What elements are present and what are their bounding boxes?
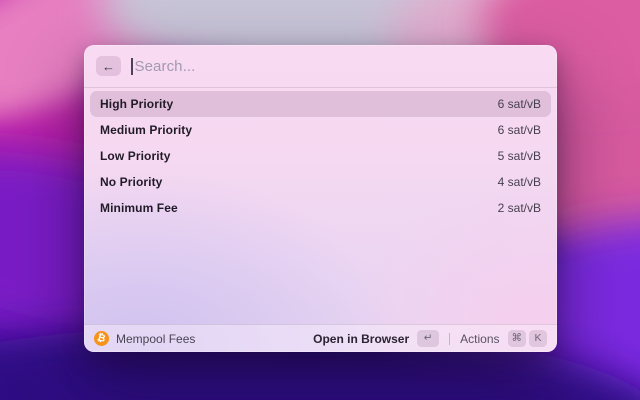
fee-list: High Priority 6 sat/vB Medium Priority 6… bbox=[84, 88, 557, 224]
actions-button[interactable]: Actions bbox=[460, 332, 499, 346]
footer-bar: ₿ Mempool Fees Open in Browser ↵ Actions… bbox=[84, 324, 557, 352]
list-item-value: 6 sat/vB bbox=[497, 123, 541, 137]
back-arrow-icon: ← bbox=[102, 58, 115, 74]
search-bar: ← Search... bbox=[84, 45, 557, 87]
search-placeholder: Search... bbox=[134, 57, 196, 75]
search-input[interactable]: Search... bbox=[131, 57, 545, 75]
list-item-value: 2 sat/vB bbox=[497, 201, 541, 215]
list-item-high-priority[interactable]: High Priority 6 sat/vB bbox=[90, 91, 551, 117]
command-key-icon: ⌘ bbox=[507, 330, 526, 347]
footer-actions: Open in Browser ↵ Actions ⌘ K bbox=[313, 330, 547, 347]
back-button[interactable]: ← bbox=[96, 56, 121, 76]
enter-key-icon: ↵ bbox=[417, 330, 440, 347]
k-key-icon: K bbox=[529, 330, 547, 347]
list-item-label: Medium Priority bbox=[100, 123, 193, 137]
list-item-no-priority[interactable]: No Priority 4 sat/vB bbox=[90, 169, 551, 195]
text-caret bbox=[131, 57, 133, 75]
open-in-browser-button[interactable]: Open in Browser bbox=[313, 332, 409, 346]
list-item-low-priority[interactable]: Low Priority 5 sat/vB bbox=[90, 143, 551, 169]
list-item-label: Low Priority bbox=[100, 149, 171, 163]
empty-area bbox=[84, 224, 557, 324]
list-item-minimum-fee[interactable]: Minimum Fee 2 sat/vB bbox=[90, 195, 551, 221]
extension-name: Mempool Fees bbox=[116, 331, 196, 346]
list-item-label: Minimum Fee bbox=[100, 201, 178, 215]
list-item-medium-priority[interactable]: Medium Priority 6 sat/vB bbox=[90, 117, 551, 143]
list-item-label: No Priority bbox=[100, 175, 163, 189]
extension-chip: ₿ Mempool Fees bbox=[94, 331, 195, 346]
list-item-value: 6 sat/vB bbox=[497, 97, 541, 111]
launcher-window: ← Search... High Priority 6 sat/vB Mediu… bbox=[84, 45, 557, 352]
list-item-label: High Priority bbox=[100, 97, 174, 111]
list-item-value: 4 sat/vB bbox=[497, 175, 541, 189]
list-item-value: 5 sat/vB bbox=[497, 149, 541, 163]
footer-divider bbox=[449, 332, 451, 345]
bitcoin-icon: ₿ bbox=[94, 331, 109, 346]
